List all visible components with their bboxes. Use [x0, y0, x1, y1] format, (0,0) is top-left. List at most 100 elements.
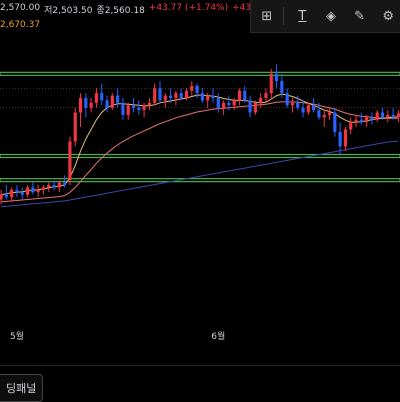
- candle-body: [365, 117, 369, 123]
- candle-body: [227, 102, 231, 106]
- candle-body: [195, 85, 199, 94]
- candle-body: [380, 112, 385, 118]
- candle-body: [248, 100, 252, 113]
- candle-body: [163, 95, 167, 101]
- low-value: 2,503.50: [52, 6, 93, 16]
- candle-4: [20, 187, 24, 200]
- candle-17: [89, 98, 93, 113]
- candle-body: [10, 189, 14, 198]
- candle-body: [174, 93, 178, 98]
- candle-19: [100, 83, 104, 106]
- candle-23: [121, 98, 125, 120]
- candle-68: [359, 112, 363, 125]
- toolbar-separator: [282, 7, 284, 25]
- candle-body: [41, 187, 46, 190]
- candle-body: [105, 100, 109, 108]
- candlestick-chart[interactable]: 5월6월7: [0, 0, 400, 400]
- candle-71: [375, 110, 379, 123]
- close-value: 2,560.18: [104, 6, 145, 16]
- candle-body: [349, 122, 353, 130]
- candle-body: [147, 102, 151, 106]
- close-label: 종: [96, 6, 105, 16]
- candle-36: [190, 81, 194, 96]
- candle-9: [47, 182, 51, 193]
- candle-body: [126, 105, 130, 115]
- candle-41: [216, 93, 220, 113]
- x-tick-label-0: 5월: [10, 330, 24, 342]
- candle-47: [248, 95, 252, 118]
- candle-70: [370, 112, 374, 125]
- candle-body: [317, 110, 321, 118]
- ma-readout: 2,670.37: [0, 20, 41, 30]
- candle-54: [285, 88, 289, 108]
- open-value: 2,570.00: [0, 3, 41, 13]
- candle-body: [131, 105, 136, 108]
- candle-body: [89, 102, 93, 108]
- candle-body: [327, 112, 332, 115]
- candle-25: [131, 98, 136, 113]
- candle-body: [110, 95, 114, 108]
- candle-body: [116, 95, 120, 103]
- candle-body: [370, 117, 374, 120]
- candle-66: [349, 117, 353, 135]
- candle-body: [4, 194, 8, 198]
- settings-icon[interactable]: ⚙: [375, 3, 400, 29]
- candle-33: [174, 90, 178, 106]
- candle-body: [47, 185, 51, 188]
- change-value: +43.77 (+1.74%): [148, 3, 229, 13]
- candle-body: [190, 85, 194, 91]
- candle-15: [78, 93, 83, 127]
- candle-31: [163, 93, 167, 108]
- text-tool-icon[interactable]: T: [290, 3, 316, 29]
- candle-body: [221, 102, 226, 108]
- candles: [0, 64, 400, 205]
- candle-8: [41, 185, 46, 195]
- trading-panel-tab[interactable]: 딩패널: [0, 374, 44, 402]
- candle-49: [259, 93, 263, 108]
- moving-average-lines: [1, 93, 399, 208]
- candle-7: [36, 185, 40, 198]
- candle-73: [386, 110, 390, 123]
- apps-icon[interactable]: ⊞: [254, 3, 280, 29]
- candle-body: [68, 141, 72, 181]
- candle-51: [269, 69, 273, 98]
- candle-body: [269, 73, 273, 94]
- panel-divider: [0, 365, 400, 366]
- candle-body: [169, 95, 173, 98]
- horizontal-band-0: [0, 71, 400, 76]
- candle-27: [142, 102, 146, 118]
- candle-body: [100, 93, 104, 101]
- candle-22: [116, 88, 120, 108]
- brush-icon[interactable]: ✎: [347, 3, 373, 29]
- candle-38: [200, 88, 204, 103]
- candle-body: [94, 93, 99, 103]
- candle-body: [391, 114, 395, 118]
- candle-body: [274, 73, 279, 82]
- candle-body: [0, 194, 3, 200]
- candle-29: [153, 83, 157, 106]
- candle-2: [10, 187, 14, 202]
- candle-body: [25, 187, 30, 195]
- candle-20: [105, 95, 109, 113]
- candle-body: [36, 189, 40, 193]
- candle-body: [200, 93, 204, 101]
- candle-40: [211, 88, 215, 103]
- candle-body: [243, 90, 247, 101]
- candle-16: [84, 93, 88, 118]
- candle-body: [312, 105, 316, 111]
- candle-body: [280, 81, 284, 94]
- candle-body: [211, 95, 215, 98]
- fill-tool-icon[interactable]: ◈: [318, 3, 344, 29]
- candle-3: [15, 185, 19, 198]
- drawing-toolbar: ⊞ T ◈ ✎ ⚙: [250, 0, 400, 33]
- candle-body: [142, 105, 146, 111]
- candle-65: [343, 127, 348, 152]
- candle-body: [237, 90, 242, 101]
- candle-body: [153, 88, 157, 103]
- candle-50: [264, 88, 268, 103]
- candle-body: [232, 100, 236, 106]
- candle-62: [327, 107, 332, 120]
- candle-45: [237, 88, 242, 106]
- candle-63: [333, 107, 337, 137]
- candle-59: [312, 98, 316, 113]
